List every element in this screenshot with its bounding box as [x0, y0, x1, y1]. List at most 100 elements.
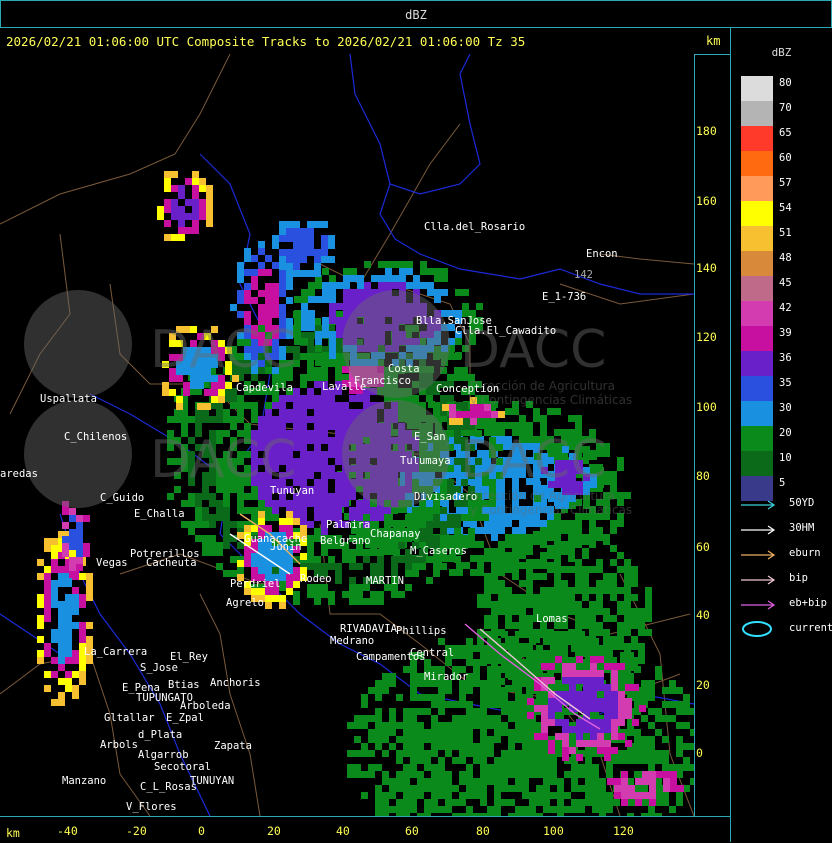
- echo-cell: [342, 479, 349, 486]
- echo-cell: [321, 507, 328, 514]
- echo-cell: [307, 521, 314, 528]
- echo-cell: [461, 514, 468, 521]
- echo-cell: [44, 650, 51, 657]
- echo-cell: [230, 556, 237, 563]
- echo-cell: [244, 525, 251, 532]
- echo-cell: [555, 705, 562, 712]
- echo-cell: [382, 680, 389, 687]
- echo-cell: [526, 573, 533, 580]
- echo-cell: [424, 764, 431, 771]
- echo-cell: [51, 601, 58, 608]
- echo-cell: [459, 778, 466, 785]
- echo-cell: [547, 408, 554, 415]
- echo-cell: [307, 549, 314, 556]
- echo-cell: [599, 799, 606, 806]
- echo-cell: [540, 573, 547, 580]
- echo-cell: [477, 643, 484, 650]
- echo-cell: [433, 409, 440, 416]
- echo-cell: [576, 719, 583, 726]
- echo-cell: [335, 486, 342, 493]
- echo-cell: [604, 684, 611, 691]
- echo-cell: [519, 622, 526, 629]
- echo-cell: [487, 764, 494, 771]
- echo-cell: [670, 778, 677, 785]
- echo-cell: [368, 764, 375, 771]
- echo-cell: [192, 206, 199, 213]
- echo-cell: [550, 757, 557, 764]
- echo-cell: [641, 715, 648, 722]
- echo-cell: [307, 465, 314, 472]
- echo-cell: [466, 785, 473, 792]
- echo-cell: [183, 389, 190, 396]
- echo-cell: [321, 249, 328, 256]
- echo-cell: [526, 587, 533, 594]
- echo-cell: [244, 311, 251, 318]
- echo-cell: [438, 701, 445, 708]
- echo-cell: [554, 548, 561, 555]
- echo-cell: [466, 722, 473, 729]
- echo-cell: [204, 403, 211, 410]
- echo-cell: [417, 673, 424, 680]
- echo-cell: [480, 757, 487, 764]
- echo-cell: [473, 715, 480, 722]
- echo-cell: [625, 712, 632, 719]
- place-label: Mirador: [424, 671, 468, 683]
- echo-cell: [522, 736, 529, 743]
- echo-cell: [533, 562, 540, 569]
- echo-cell: [576, 677, 583, 684]
- echo-cell: [494, 771, 501, 778]
- echo-cell: [645, 608, 652, 615]
- place-label: Clla.El_Cawadito: [455, 325, 556, 337]
- echo-cell: [641, 694, 648, 701]
- echo-cell: [321, 549, 328, 556]
- echo-cell: [487, 771, 494, 778]
- echo-cell: [624, 671, 631, 678]
- echo-cell: [83, 550, 90, 557]
- echo-cell: [328, 235, 335, 242]
- echo-cell: [606, 792, 613, 799]
- echo-cell: [590, 663, 597, 670]
- echo-cell: [445, 736, 452, 743]
- echo-cell: [315, 296, 322, 303]
- echo-cell: [634, 743, 641, 750]
- echo-cell: [197, 403, 204, 410]
- echo-cell: [286, 500, 293, 507]
- echo-cell: [403, 708, 410, 715]
- place-label: Btias: [168, 679, 200, 691]
- echo-cell: [286, 235, 293, 242]
- echo-cell: [356, 591, 363, 598]
- echo-cell: [426, 528, 433, 535]
- echo-cell: [529, 757, 536, 764]
- echo-cell: [279, 602, 286, 609]
- echo-cell: [286, 221, 293, 228]
- echo-cell: [279, 290, 286, 297]
- echo-cell: [529, 722, 536, 729]
- echo-cell: [307, 346, 314, 353]
- echo-cell: [322, 289, 329, 296]
- echo-cell: [363, 598, 370, 605]
- echo-cell: [195, 507, 202, 514]
- echo-cell: [258, 560, 265, 567]
- echo-cell: [515, 736, 522, 743]
- echo-cell: [79, 629, 86, 636]
- place-label: Capdevila: [236, 382, 293, 394]
- echo-cell: [350, 268, 357, 275]
- echo-cell: [526, 559, 533, 566]
- echo-cell: [624, 664, 631, 671]
- echo-cell: [174, 409, 181, 416]
- echo-cell: [356, 549, 363, 556]
- echo-cell: [199, 178, 206, 185]
- echo-cell: [225, 382, 232, 389]
- echo-cell: [583, 670, 590, 677]
- echo-cell: [342, 402, 349, 409]
- echo-cell: [315, 282, 322, 289]
- echo-cell: [393, 548, 400, 555]
- echo-cell: [512, 594, 519, 601]
- echo-cell: [265, 500, 272, 507]
- radar-map[interactable]: DACC DACC DACC DACC Dirección de Agricul…: [0, 54, 695, 816]
- echo-cell: [251, 560, 258, 567]
- echo-cell: [265, 255, 272, 262]
- echo-cell: [412, 507, 419, 514]
- echo-cell: [663, 785, 670, 792]
- echo-cell: [433, 570, 440, 577]
